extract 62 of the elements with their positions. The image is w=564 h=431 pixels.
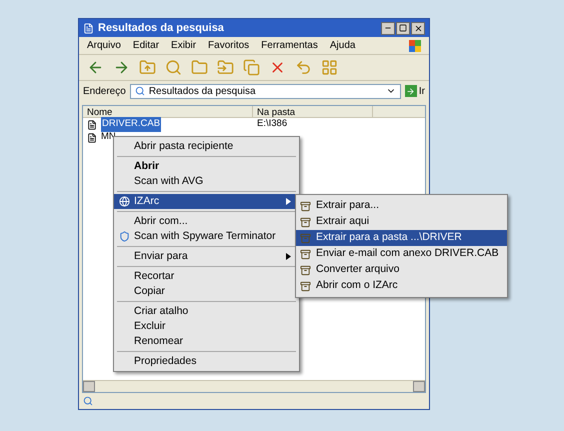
folder-icon[interactable] — [191, 59, 208, 76]
search-icon — [134, 86, 145, 96]
submenu-item[interactable]: Abrir com o IZArc — [296, 278, 507, 294]
menu-bar-item[interactable]: Exibir — [171, 38, 196, 53]
context-menu-item[interactable]: Propriedades — [114, 354, 299, 369]
file-name[interactable]: DRIVER.CAB — [101, 117, 162, 132]
folder-up-icon[interactable] — [139, 59, 156, 76]
menu-bar-item[interactable]: Arquivo — [87, 38, 121, 53]
context-menu-item[interactable]: Criar atalho — [114, 304, 299, 319]
submenu-arrow-icon — [286, 253, 291, 260]
context-menu-item[interactable]: Enviar para — [114, 249, 299, 264]
archive-icon — [300, 264, 311, 276]
context-menu-item[interactable]: Abrir com... — [114, 214, 299, 229]
go-button[interactable]: Ir — [404, 84, 425, 98]
folder-path: E:\I386 — [256, 117, 288, 132]
minimize-button[interactable] — [381, 22, 395, 34]
file-icon — [87, 132, 97, 142]
menu-bar-item[interactable]: Ajuda — [330, 38, 356, 53]
context-menu-item[interactable]: Excluir — [114, 319, 299, 334]
context-menu-item[interactable]: Abrir — [114, 159, 299, 174]
submenu-item[interactable]: Extrair para... — [296, 198, 507, 214]
close-icon — [414, 24, 422, 32]
search-icon[interactable] — [165, 59, 182, 76]
submenu-arrow-icon — [286, 198, 291, 205]
context-menu-item[interactable]: Abrir pasta recipiente — [114, 139, 299, 154]
archive-icon — [300, 280, 311, 292]
copy-icon[interactable] — [243, 59, 260, 76]
scroll-left-button[interactable] — [83, 381, 95, 392]
submenu-item[interactable]: Enviar e-mail com anexo DRIVER.CAB — [296, 246, 507, 262]
submenu-item[interactable]: Extrair para a pasta ...\DRIVER — [296, 230, 507, 246]
context-menu-item[interactable]: Copiar — [114, 284, 299, 299]
submenu-item[interactable]: Extrair aqui — [296, 214, 507, 230]
scroll-right-button[interactable] — [413, 381, 425, 392]
go-arrow-icon — [406, 86, 416, 96]
undo-icon[interactable] — [295, 59, 312, 76]
file-icon — [87, 120, 97, 130]
context-menu-item[interactable]: Renomear — [114, 334, 299, 349]
archive-icon — [300, 248, 311, 260]
address-field[interactable]: Resultados da pesquisa — [130, 84, 401, 98]
shield-icon — [119, 231, 130, 242]
archive-icon — [300, 232, 311, 244]
column-header[interactable]: Na pasta — [253, 106, 373, 117]
menu-bar-item[interactable]: Favoritos — [208, 38, 250, 53]
menu-bar-item[interactable]: Editar — [132, 38, 160, 53]
context-menu-item[interactable]: Recortar — [114, 269, 299, 284]
search-icon — [83, 396, 93, 406]
address-label: Endereço — [83, 84, 126, 98]
context-menu-item[interactable]: Scan with Spyware Terminator — [114, 229, 299, 244]
context-menu-item[interactable]: Scan with AVG — [114, 174, 299, 189]
back-icon[interactable] — [87, 59, 104, 76]
window-title: Resultados da pesquisa — [98, 20, 224, 36]
forward-icon[interactable] — [113, 59, 130, 76]
views-icon[interactable] — [321, 59, 338, 76]
windows-logo-icon — [409, 40, 421, 52]
archive-icon — [300, 216, 311, 228]
maximize-button[interactable] — [396, 22, 410, 34]
archive-icon — [300, 200, 311, 212]
folder-move-icon[interactable] — [217, 59, 234, 76]
menu-bar-item[interactable]: Ferramentas — [261, 38, 318, 53]
close-button[interactable] — [411, 22, 425, 34]
maximize-icon — [399, 24, 407, 32]
submenu-item[interactable]: Converter arquivo — [296, 262, 507, 278]
